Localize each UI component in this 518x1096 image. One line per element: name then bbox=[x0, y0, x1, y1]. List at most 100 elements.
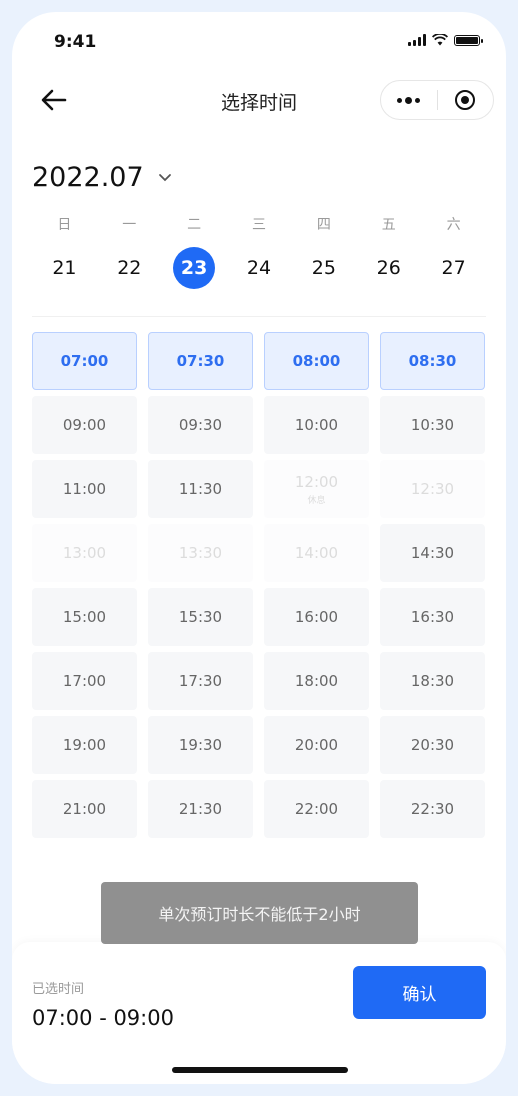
time-slot-label: 20:30 bbox=[410, 736, 455, 754]
signal-icon bbox=[408, 34, 426, 46]
time-slot-label: 09:30 bbox=[178, 416, 223, 434]
time-slot[interactable]: 07:30 bbox=[148, 332, 253, 390]
time-slot[interactable]: 17:30 bbox=[148, 652, 253, 710]
day-number: 24 bbox=[246, 257, 272, 279]
time-slot-label: 16:30 bbox=[410, 608, 455, 626]
weekday-label: 六 bbox=[446, 217, 461, 233]
day-number: 22 bbox=[117, 257, 142, 279]
time-slot-label: 07:30 bbox=[176, 352, 225, 370]
month-label: 2022.07 bbox=[32, 162, 144, 193]
time-slot-label: 09:00 bbox=[62, 416, 107, 434]
time-slot[interactable]: 21:00 bbox=[32, 780, 137, 838]
divider bbox=[32, 316, 486, 317]
time-slot-label: 14:30 bbox=[410, 544, 455, 562]
time-slot-label: 19:00 bbox=[62, 736, 107, 754]
chevron-down-icon bbox=[158, 174, 171, 182]
time-slot[interactable]: 19:30 bbox=[148, 716, 253, 774]
more-button[interactable] bbox=[381, 81, 437, 119]
time-slot[interactable]: 20:30 bbox=[380, 716, 485, 774]
time-slot[interactable]: 22:00 bbox=[264, 780, 369, 838]
time-slot-label: 14:00 bbox=[294, 544, 339, 562]
day-cell[interactable]: 24 bbox=[227, 240, 292, 296]
time-slot[interactable]: 07:00 bbox=[32, 332, 137, 390]
weekday-label: 五 bbox=[381, 217, 396, 233]
time-slot[interactable]: 10:30 bbox=[380, 396, 485, 454]
time-slot[interactable]: 09:30 bbox=[148, 396, 253, 454]
time-slot-label: 11:30 bbox=[178, 480, 223, 498]
target-circle-icon bbox=[455, 90, 476, 110]
time-slot[interactable]: 10:00 bbox=[264, 396, 369, 454]
home-indicator bbox=[172, 1067, 348, 1073]
mini-program-capsule bbox=[380, 80, 494, 120]
time-slot: 14:00 bbox=[264, 524, 369, 582]
phone-screen: 9:41 选择时间 2022.07 日 一 二 三 四 五 六 21 22 23… bbox=[12, 12, 506, 1084]
time-slot[interactable]: 21:30 bbox=[148, 780, 253, 838]
day-cell[interactable]: 22 bbox=[97, 240, 162, 296]
day-cell[interactable]: 27 bbox=[421, 240, 486, 296]
time-slot[interactable]: 19:00 bbox=[32, 716, 137, 774]
time-slot-label: 21:30 bbox=[178, 800, 223, 818]
time-slot[interactable]: 16:00 bbox=[264, 588, 369, 646]
day-cell[interactable]: 26 bbox=[356, 240, 421, 296]
time-slot[interactable]: 09:00 bbox=[32, 396, 137, 454]
time-slot-label: 07:00 bbox=[60, 352, 109, 370]
time-slot-label: 21:00 bbox=[62, 800, 107, 818]
close-button[interactable] bbox=[438, 81, 494, 119]
weekday-label: 四 bbox=[316, 217, 331, 233]
time-slot-label: 08:30 bbox=[408, 352, 457, 370]
day-cell[interactable]: 21 bbox=[32, 240, 97, 296]
time-slot: 13:00 bbox=[32, 524, 137, 582]
day-number-selected: 23 bbox=[173, 247, 216, 289]
time-slot[interactable]: 14:30 bbox=[380, 524, 485, 582]
toast-message: 单次预订时长不能低于2小时 bbox=[101, 882, 418, 944]
time-slot-label: 12:30 bbox=[410, 480, 455, 498]
day-cell[interactable]: 25 bbox=[291, 240, 356, 296]
time-slot: 12:00 休息 bbox=[264, 460, 369, 518]
time-slot[interactable]: 16:30 bbox=[380, 588, 485, 646]
time-slot-label: 20:00 bbox=[294, 736, 339, 754]
day-cell[interactable]: 23 bbox=[162, 240, 227, 296]
time-slot-label: 13:30 bbox=[178, 544, 223, 562]
day-number: 21 bbox=[52, 257, 77, 279]
time-slot[interactable]: 11:30 bbox=[148, 460, 253, 518]
time-slot[interactable]: 08:00 bbox=[264, 332, 369, 390]
time-slot-label: 18:30 bbox=[410, 672, 455, 690]
time-slot[interactable]: 22:30 bbox=[380, 780, 485, 838]
weekday-row: 日一二三四五六 bbox=[32, 210, 486, 240]
time-slot[interactable]: 11:00 bbox=[32, 460, 137, 518]
confirm-button[interactable]: 确认 bbox=[353, 966, 486, 1019]
day-number: 26 bbox=[376, 257, 401, 279]
time-slot-label: 11:00 bbox=[62, 480, 107, 498]
time-slot-label: 22:00 bbox=[294, 800, 339, 818]
time-slot[interactable]: 18:00 bbox=[264, 652, 369, 710]
time-slot-label: 17:00 bbox=[62, 672, 107, 690]
time-slot-label: 08:00 bbox=[292, 352, 341, 370]
week-strip: 日 一 二 三 四 五 六 21 22 23 24 25 26 27 bbox=[32, 210, 486, 296]
time-slot[interactable]: 20:00 bbox=[264, 716, 369, 774]
time-slot-label: 15:30 bbox=[178, 608, 223, 626]
bottom-bar: 已选时间 07:00 - 09:00 确认 bbox=[12, 942, 506, 1084]
time-slot[interactable]: 15:00 bbox=[32, 588, 137, 646]
time-slot[interactable]: 15:30 bbox=[148, 588, 253, 646]
nav-bar: 选择时间 bbox=[12, 78, 506, 122]
time-slot[interactable]: 08:30 bbox=[380, 332, 485, 390]
time-slot-label: 12:00 bbox=[294, 472, 339, 491]
weekday-label: 三 bbox=[252, 217, 266, 233]
time-slot-label: 16:00 bbox=[294, 608, 339, 626]
more-dots-icon bbox=[397, 96, 421, 104]
day-number: 25 bbox=[311, 257, 336, 279]
month-selector[interactable]: 2022.07 bbox=[32, 162, 172, 193]
time-slot-note: 休息 bbox=[307, 495, 326, 506]
time-slot[interactable]: 17:00 bbox=[32, 652, 137, 710]
time-slot[interactable]: 18:30 bbox=[380, 652, 485, 710]
weekday-label: 一 bbox=[122, 217, 137, 233]
weekday-label: 日 bbox=[57, 217, 72, 233]
status-bar: 9:41 bbox=[12, 12, 506, 72]
time-slot-label: 15:00 bbox=[62, 608, 107, 626]
time-slot-label: 18:00 bbox=[294, 672, 339, 690]
status-time: 9:41 bbox=[54, 32, 97, 52]
time-slot: 13:30 bbox=[148, 524, 253, 582]
selected-time-label: 已选时间 bbox=[32, 982, 85, 997]
time-slot-label: 22:30 bbox=[410, 800, 455, 818]
time-slot-label: 13:00 bbox=[62, 544, 107, 562]
